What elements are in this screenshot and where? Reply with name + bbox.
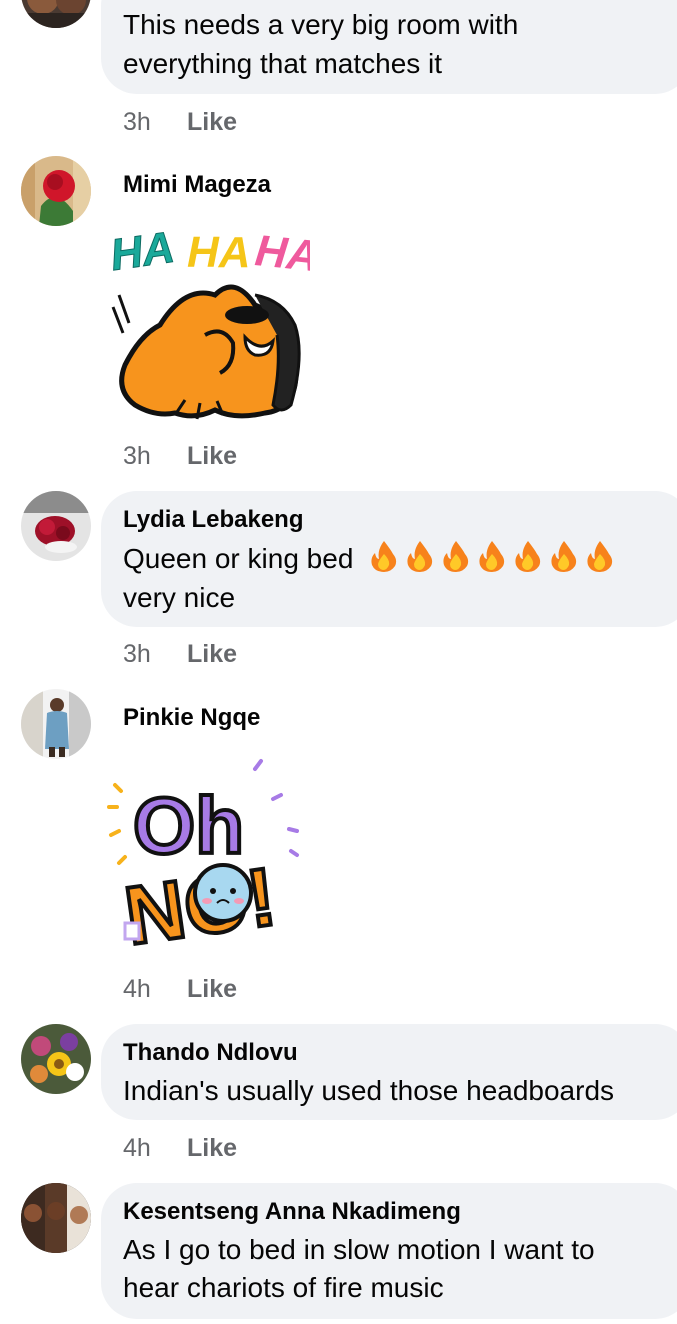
comment-time[interactable]: 3h <box>123 108 151 136</box>
avatar[interactable] <box>21 1183 91 1253</box>
avatar[interactable] <box>21 491 91 561</box>
sticker-text: HA <box>107 223 177 280</box>
comment-time[interactable]: 3h <box>123 442 151 470</box>
comment-meta: 3h Like <box>123 639 237 669</box>
comment-time[interactable]: 3h <box>123 640 151 668</box>
sticker-text: HA <box>187 228 251 277</box>
comment-text: everything that matches it <box>123 48 443 79</box>
fire-icon <box>551 541 577 572</box>
avatar[interactable] <box>21 156 91 226</box>
like-button[interactable]: Like <box>187 441 237 471</box>
comment-text: Indian's usually used those headboards <box>123 1075 615 1106</box>
like-button[interactable]: Like <box>187 107 237 137</box>
like-button[interactable]: Like <box>187 974 237 1004</box>
haha-laughing-dog-sticker[interactable]: HA HA HA <box>105 215 321 430</box>
comment-text: Queen or king bed <box>123 543 354 574</box>
comment-meta: 3h Like <box>123 441 237 471</box>
fire-icon <box>407 541 433 572</box>
fire-icon <box>443 541 469 572</box>
avatar[interactable] <box>21 0 91 28</box>
fire-emoji-row <box>363 541 615 574</box>
comment-author[interactable]: Lydia Lebakeng <box>123 506 304 534</box>
oh-no-sticker[interactable]: Oh NO! <box>105 755 305 964</box>
comment-author[interactable]: Thando Ndlovu <box>123 1039 298 1067</box>
comment-time[interactable]: 4h <box>123 975 151 1003</box>
comment-text: very nice <box>123 582 236 613</box>
fire-icon <box>479 541 505 572</box>
comment-text: As I go to bed in slow motion I want to <box>123 1234 595 1265</box>
like-button[interactable]: Like <box>187 639 237 669</box>
comment-author[interactable]: Mimi Mageza <box>123 171 271 199</box>
comment-meta: 4h Like <box>123 1133 237 1163</box>
comment-text: hear chariots of fire music <box>123 1272 444 1303</box>
fire-icon <box>371 541 397 572</box>
fire-icon <box>587 541 613 572</box>
comment-meta: 3h Like <box>123 107 237 137</box>
comment-author[interactable]: Pinkie Ngqe <box>123 704 260 732</box>
comment-meta: 4h Like <box>123 974 237 1004</box>
sticker-text: HA <box>253 226 310 281</box>
like-button[interactable]: Like <box>187 1133 237 1163</box>
comment-text: This needs a very big room with <box>123 9 519 40</box>
comment-author[interactable]: Kesentseng Anna Nkadimeng <box>123 1198 461 1226</box>
comment-time[interactable]: 4h <box>123 1134 151 1162</box>
avatar[interactable] <box>21 1024 91 1094</box>
comment-text: Queen or king bed <box>123 540 615 578</box>
avatar[interactable] <box>21 689 91 759</box>
fire-icon <box>515 541 541 572</box>
